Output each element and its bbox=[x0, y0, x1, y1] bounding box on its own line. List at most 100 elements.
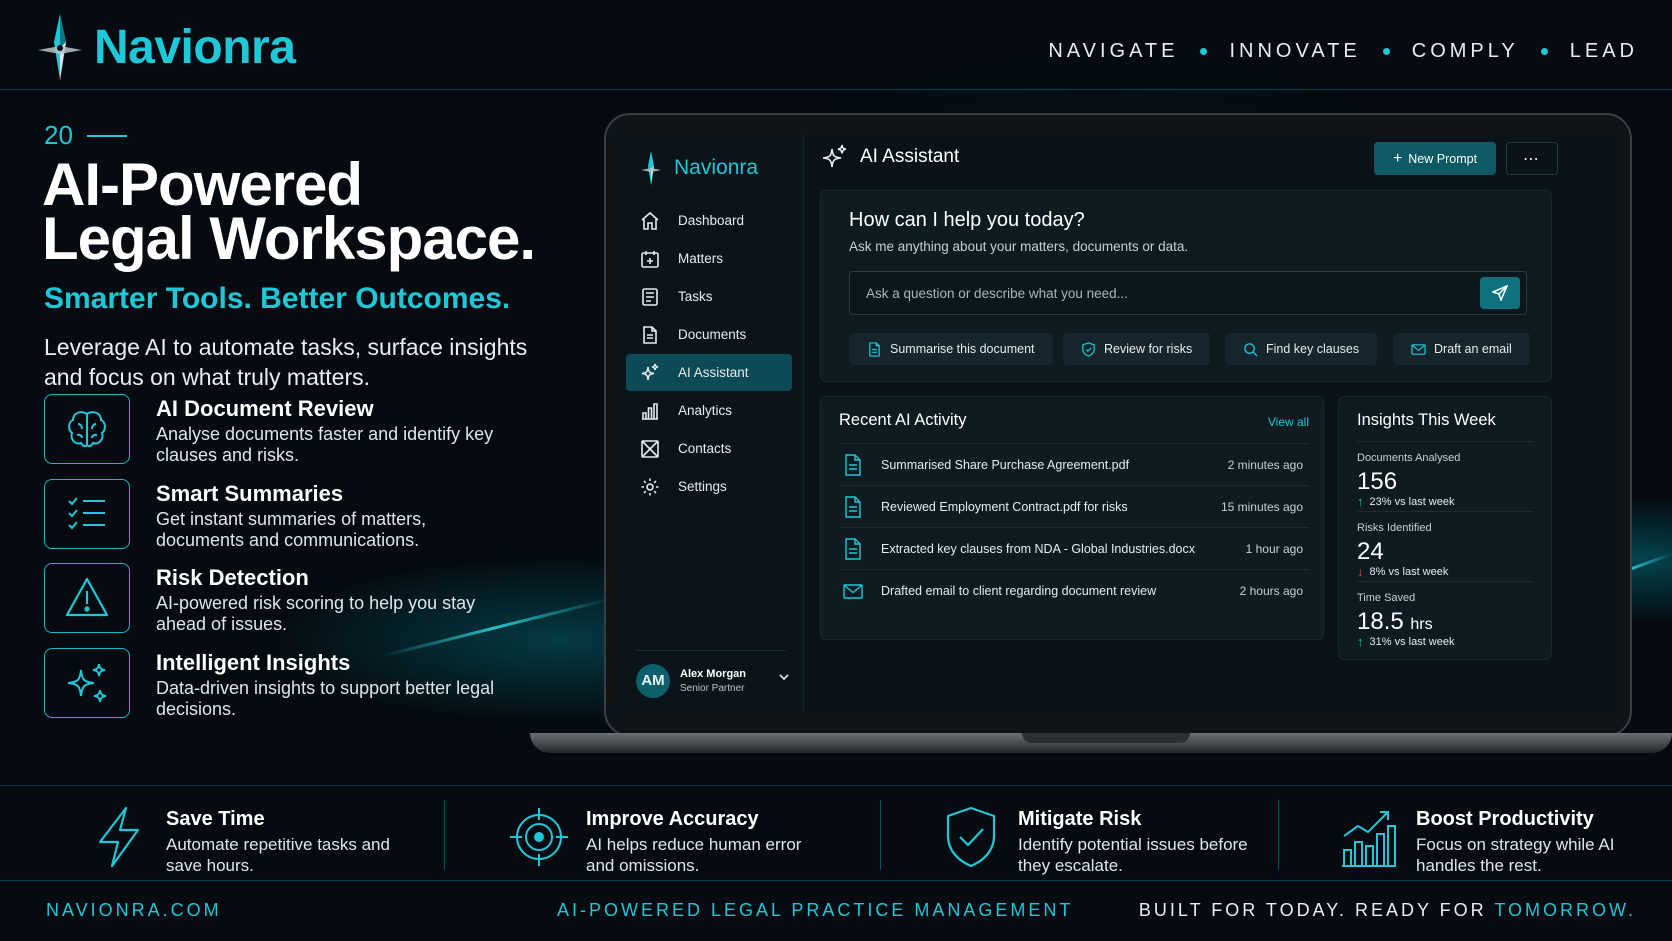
brand-name: Navionra bbox=[94, 20, 296, 74]
insight-item: Time Saved 18.5 hrs ↑ 31% vs last week bbox=[1357, 581, 1533, 651]
benefit-divider bbox=[880, 800, 881, 870]
sidebar-item-tasks[interactable]: Tasks bbox=[626, 278, 792, 315]
brand-logo[interactable]: Navionra bbox=[36, 12, 296, 82]
activity-row[interactable]: Extracted key clauses from NDA - Global … bbox=[839, 527, 1309, 569]
feature-item: AI Document Review Analyse documents fas… bbox=[44, 394, 524, 484]
activity-time: 1 hour ago bbox=[1245, 541, 1303, 556]
sidebar-item-label: Matters bbox=[678, 251, 724, 266]
arrow-up-icon: ↑ bbox=[1357, 494, 1364, 509]
feature-desc: Get instant summaries of matters, docume… bbox=[156, 509, 427, 550]
activity-title: Recent AI Activity bbox=[839, 411, 967, 429]
sidebar-item-dashboard[interactable]: Dashboard bbox=[626, 202, 792, 239]
chip-label: Review for risks bbox=[1104, 342, 1193, 356]
document-icon bbox=[845, 453, 861, 476]
ask-input[interactable] bbox=[866, 272, 1466, 314]
activity-row[interactable]: Summarised Share Purchase Agreement.pdf … bbox=[839, 443, 1309, 485]
chip-summarise-document[interactable]: Summarise this document bbox=[849, 333, 1053, 365]
tagline-word: COMPLY bbox=[1411, 40, 1519, 62]
chevron-down-icon[interactable] bbox=[778, 671, 790, 683]
page-title: AI Assistant bbox=[860, 146, 960, 167]
avatar: AM bbox=[636, 663, 670, 698]
feature-icon-box bbox=[44, 563, 130, 633]
sidebar-item-label: Settings bbox=[678, 479, 727, 494]
year-text: 20 bbox=[44, 120, 73, 150]
sidebar-item-contacts[interactable]: Contacts bbox=[626, 430, 792, 467]
footer-website-link[interactable]: NAVIONRA.COM bbox=[46, 900, 222, 921]
hero-subtitle: Smarter Tools. Better Outcomes. bbox=[44, 282, 511, 315]
activity-text: Reviewed Employment Contract.pdf for ris… bbox=[881, 499, 1128, 514]
benefit-title: Boost Productivity bbox=[1416, 808, 1594, 830]
hero-title: AI-Powered Legal Workspace. bbox=[42, 155, 562, 269]
insights-panel: Insights This Week Documents Analysed 15… bbox=[1338, 396, 1552, 660]
feature-desc: AI-powered risk scoring to help you stay… bbox=[156, 593, 476, 634]
lightning-icon bbox=[98, 806, 140, 868]
insight-value: 156 bbox=[1357, 468, 1397, 496]
chip-label: Find key clauses bbox=[1266, 342, 1360, 356]
hero-description: Leverage AI to automate tasks, surface i… bbox=[44, 334, 528, 390]
chip-draft-email[interactable]: Draft an email bbox=[1393, 333, 1530, 365]
user-role: Senior Partner bbox=[680, 682, 745, 694]
user-name: Alex Morgan bbox=[680, 667, 747, 680]
tagline: NAVIGATE INNOVATE COMPLY LEAD bbox=[1048, 40, 1638, 63]
insight-unit: hrs bbox=[1410, 616, 1433, 633]
insight-number: 24 bbox=[1357, 538, 1384, 565]
more-options-button[interactable]: ⋯ bbox=[1506, 142, 1558, 175]
feature-desc: Data-driven insights to support better l… bbox=[156, 678, 495, 719]
feature-icon-box bbox=[44, 394, 130, 464]
activity-list: Summarised Share Purchase Agreement.pdf … bbox=[839, 443, 1309, 611]
activity-row[interactable]: Reviewed Employment Contract.pdf for ris… bbox=[839, 485, 1309, 527]
compass-star-icon bbox=[38, 14, 82, 80]
new-prompt-button[interactable]: + New Prompt bbox=[1374, 142, 1496, 175]
activity-time: 2 hours ago bbox=[1239, 583, 1303, 598]
footer: NAVIONRA.COM AI-POWERED LEGAL PRACTICE M… bbox=[0, 882, 1672, 941]
app-screen: Navionra Dashboard Matters Tasks Documen… bbox=[618, 134, 1618, 712]
main-content: AI Assistant + New Prompt ⋯ How can I he… bbox=[804, 134, 1618, 712]
benefit-title: Save Time bbox=[166, 808, 265, 830]
send-button[interactable] bbox=[1480, 277, 1520, 309]
sidebar: Navionra Dashboard Matters Tasks Documen… bbox=[618, 134, 804, 712]
user-profile[interactable]: AM Alex Morgan Senior Partner bbox=[636, 650, 789, 700]
chip-review-risks[interactable]: Review for risks bbox=[1063, 333, 1211, 365]
insight-delta: ↑ 23% vs last week bbox=[1357, 494, 1454, 509]
page-header: AI Assistant bbox=[822, 144, 959, 170]
benefit-desc: AI helps reduce human error and omission… bbox=[586, 835, 802, 875]
insight-value: 18.5 hrs bbox=[1357, 608, 1433, 636]
benefit-desc: Focus on strategy while AI handles the r… bbox=[1416, 835, 1615, 875]
sidebar-item-ai-assistant[interactable]: AI Assistant bbox=[626, 354, 792, 391]
feature-list: AI Document Review Analyse documents fas… bbox=[44, 394, 524, 778]
insight-delta-text: 8% vs last week bbox=[1369, 565, 1449, 578]
tagline-dot bbox=[1200, 48, 1208, 55]
plus-icon: + bbox=[1392, 149, 1403, 167]
sidebar-item-matters[interactable]: Matters bbox=[626, 240, 792, 277]
benefit-title: Mitigate Risk bbox=[1018, 808, 1142, 830]
benefit-desc: Identify potential issues before they es… bbox=[1018, 835, 1248, 875]
tagline-dot bbox=[1540, 48, 1548, 55]
document-icon bbox=[869, 341, 880, 357]
new-prompt-label: New Prompt bbox=[1408, 151, 1478, 166]
feature-title: Smart Summaries bbox=[156, 481, 344, 506]
user-info: Alex Morgan Senior Partner bbox=[680, 668, 746, 694]
benefit-divider bbox=[1278, 800, 1279, 870]
shield-check-icon bbox=[946, 806, 996, 868]
footer-slogan-prefix: BUILT FOR TODAY. READY FOR bbox=[1138, 900, 1495, 920]
home-icon bbox=[641, 211, 659, 230]
sidebar-item-analytics[interactable]: Analytics bbox=[626, 392, 792, 429]
benefit-title: Improve Accuracy bbox=[586, 808, 759, 830]
activity-time: 2 minutes ago bbox=[1227, 457, 1303, 472]
activity-row[interactable]: Drafted email to client regarding docume… bbox=[839, 569, 1309, 611]
benefits-strip: Save Time Automate repetitive tasks and … bbox=[0, 785, 1672, 881]
sidebar-item-settings[interactable]: Settings bbox=[626, 468, 792, 505]
tagline-word: INNOVATE bbox=[1229, 40, 1361, 62]
insight-item: Documents Analysed 156 ↑ 23% vs last week bbox=[1357, 441, 1533, 511]
footer-slogan-accent: TOMORROW. bbox=[1494, 900, 1636, 920]
tagline-word: LEAD bbox=[1569, 40, 1638, 62]
footer-tagline: AI-POWERED LEGAL PRACTICE MANAGEMENT bbox=[557, 900, 1074, 920]
sidebar-item-documents[interactable]: Documents bbox=[626, 316, 792, 353]
feature-item: Smart Summaries Get instant summaries of… bbox=[44, 479, 524, 569]
sidebar-brand[interactable]: Navionra bbox=[640, 150, 758, 186]
laptop-notch bbox=[1022, 733, 1190, 743]
chip-find-clauses[interactable]: Find key clauses bbox=[1225, 333, 1378, 365]
view-all-link[interactable]: View all bbox=[1268, 415, 1309, 429]
hero-title-line: Legal Workspace. bbox=[42, 205, 536, 272]
insight-label: Risks Identified bbox=[1357, 522, 1432, 534]
